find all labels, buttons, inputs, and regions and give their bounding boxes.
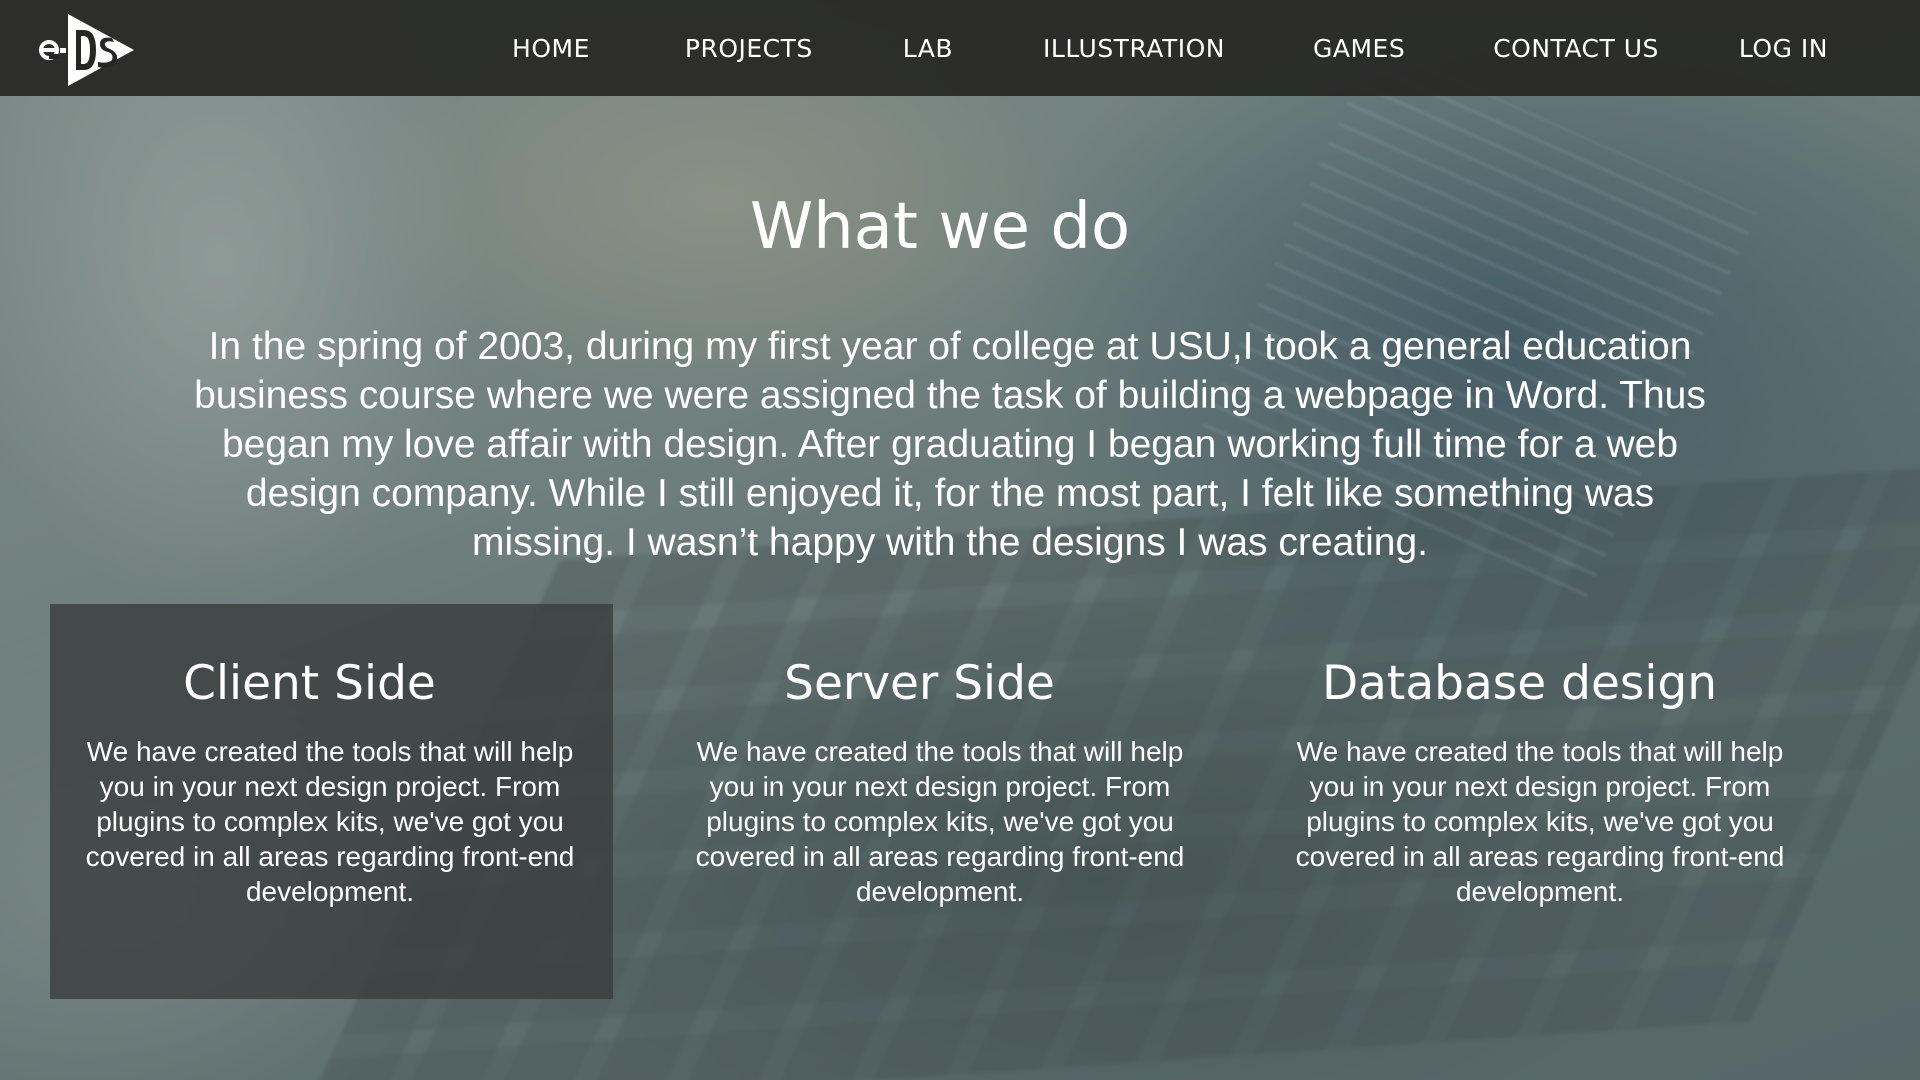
nav-item-home[interactable]: HOME [512,34,590,63]
page-title: What we do [749,190,1131,264]
logo-icon [39,14,134,86]
main-nav: HOME PROJECTS LAB ILLUSTRATION GAMES CON… [512,0,1828,96]
nav-item-log-in[interactable]: LOG IN [1739,34,1828,63]
card-title: Client Side [183,656,436,711]
logo[interactable] [38,10,138,86]
navbar: HOME PROJECTS LAB ILLUSTRATION GAMES CON… [0,0,1920,96]
nav-item-contact-us[interactable]: CONTACT US [1493,34,1659,63]
card-text: We have created the tools that will help… [695,736,1185,907]
nav-item-illustration[interactable]: ILLUSTRATION [1043,34,1225,63]
nav-item-games[interactable]: GAMES [1313,34,1405,63]
nav-item-lab[interactable]: LAB [903,34,953,63]
card-server-side[interactable]: Server Side We have created the tools th… [660,604,1223,999]
card-text: We have created the tools that will help… [1295,736,1785,907]
card-database-design[interactable]: Database design We have created the tool… [1260,604,1823,999]
card-client-side[interactable]: Client Side We have created the tools th… [50,604,613,999]
intro-paragraph: In the spring of 2003, during my first y… [194,325,1706,564]
card-title: Database design [1321,656,1718,711]
page: HOME PROJECTS LAB ILLUSTRATION GAMES CON… [0,0,1920,1080]
card-title: Server Side [784,656,1055,711]
nav-item-projects[interactable]: PROJECTS [685,34,813,63]
card-text: We have created the tools that will help… [85,736,575,907]
